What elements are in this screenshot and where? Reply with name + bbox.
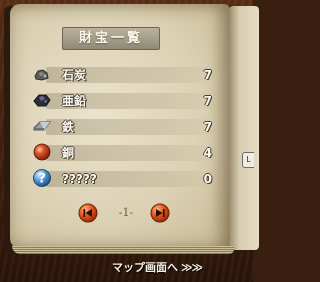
item-name: 石炭: [62, 68, 87, 82]
unknown-question-icon: ?: [33, 169, 51, 187]
page-edges: [12, 246, 234, 254]
copper-orb-icon: [33, 143, 51, 161]
item-quantity: 7: [203, 68, 212, 82]
page-number: -1-: [118, 206, 134, 219]
zinc-ore-icon: [33, 94, 51, 107]
list-item[interactable]: 銅 4: [30, 141, 216, 163]
prev-page-button[interactable]: [78, 203, 98, 223]
item-quantity: 7: [203, 94, 212, 108]
item-name: 銅: [62, 146, 75, 160]
list-item[interactable]: 鉄 7: [30, 115, 216, 137]
map-link-label: マップ画面へ: [112, 261, 178, 274]
side-tab[interactable]: L: [242, 152, 254, 168]
item-name: ?????: [62, 172, 97, 186]
right-page: [229, 6, 259, 250]
list-item[interactable]: 亜鉛 7: [30, 89, 216, 111]
page-title: 財宝一覧: [62, 27, 160, 50]
list-item[interactable]: 石炭 7: [30, 63, 216, 85]
coal-icon: [34, 69, 49, 81]
item-quantity: 7: [203, 120, 212, 134]
item-quantity: 0: [203, 172, 212, 186]
double-chevron-icon: ≫≫: [181, 261, 203, 274]
item-name: 鉄: [62, 120, 75, 134]
next-page-button[interactable]: [150, 203, 170, 223]
item-quantity: 4: [203, 146, 212, 160]
svg-text:?: ?: [38, 172, 46, 187]
iron-ingot-icon: [33, 121, 51, 131]
go-to-map-button[interactable]: マップ画面へ ≫≫: [112, 258, 242, 278]
item-name: 亜鉛: [62, 94, 87, 108]
list-item[interactable]: ? ????? 0: [30, 167, 216, 189]
